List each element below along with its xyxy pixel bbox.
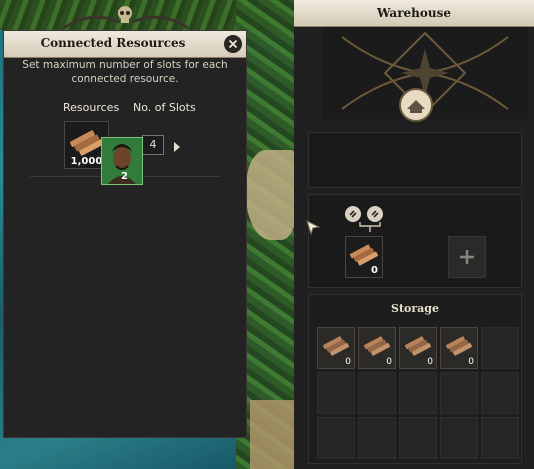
storage-slot-empty[interactable] bbox=[481, 372, 519, 414]
plus-icon bbox=[460, 250, 474, 264]
slot-count: 0 bbox=[371, 265, 378, 276]
slots-column-header: No. of Slots bbox=[133, 101, 196, 114]
link-icon bbox=[349, 210, 357, 218]
beach-sand bbox=[250, 400, 296, 469]
storage-grid: 0 0 0 0 bbox=[317, 327, 519, 459]
storage-slot-count: 0 bbox=[468, 357, 474, 367]
title-bar: Warehouse bbox=[294, 0, 534, 27]
warehouse-panel: Warehouse Storage 0 0 0 0 bbox=[294, 0, 534, 469]
storage-slot-count: 0 bbox=[386, 357, 392, 367]
increase-slots-button[interactable] bbox=[172, 138, 182, 152]
storage-title: Storage bbox=[391, 302, 439, 315]
add-connection-button[interactable] bbox=[448, 236, 486, 278]
storage-slot-empty[interactable] bbox=[358, 372, 396, 414]
storage-slot-filled[interactable]: 0 bbox=[399, 327, 437, 369]
storage-slot-filled[interactable]: 0 bbox=[358, 327, 396, 369]
storage-slot-empty[interactable] bbox=[399, 417, 437, 459]
mouse-cursor-icon bbox=[306, 220, 320, 236]
storage-slot-count: 0 bbox=[345, 357, 351, 367]
wooden-planks-icon bbox=[405, 336, 431, 357]
close-button[interactable] bbox=[224, 35, 242, 53]
storage-slot-empty[interactable] bbox=[440, 417, 478, 459]
storage-slot-empty[interactable] bbox=[481, 417, 519, 459]
storage-slot-empty[interactable] bbox=[440, 372, 478, 414]
storage-slot-count: 0 bbox=[427, 357, 433, 367]
beach-sand bbox=[246, 150, 296, 240]
worker-portrait[interactable]: 2 bbox=[101, 137, 143, 185]
wooden-planks-icon bbox=[323, 336, 349, 357]
link-icon bbox=[371, 210, 379, 218]
close-icon bbox=[228, 39, 238, 49]
storage-slot-empty[interactable] bbox=[317, 417, 355, 459]
connected-resources-panel: Connected Resources Set maximum number o… bbox=[3, 30, 247, 438]
storage-slot-filled[interactable]: 0 bbox=[440, 327, 478, 369]
panel-title: Connected Resources bbox=[40, 36, 186, 50]
panel-description: Set maximum number of slots for each con… bbox=[22, 59, 228, 85]
worker-count: 2 bbox=[121, 171, 128, 182]
warehouse-building-icon bbox=[399, 88, 433, 122]
connection-section bbox=[308, 194, 522, 288]
wooden-planks-icon bbox=[446, 336, 472, 357]
slots-value-field[interactable]: 4 bbox=[142, 135, 164, 155]
title-bar: Connected Resources bbox=[4, 31, 246, 58]
arrow-right-icon bbox=[174, 142, 180, 152]
worker-section bbox=[308, 132, 522, 188]
resources-column-header: Resources bbox=[63, 101, 120, 114]
storage-slot-empty[interactable] bbox=[399, 372, 437, 414]
storage-section: Storage 0 0 0 0 bbox=[308, 294, 522, 464]
connector-bracket bbox=[359, 222, 381, 232]
storage-slot-empty[interactable] bbox=[358, 417, 396, 459]
chain-link-icon[interactable] bbox=[367, 206, 383, 222]
storage-slot-filled[interactable]: 0 bbox=[317, 327, 355, 369]
storage-slot-empty[interactable] bbox=[481, 327, 519, 369]
panel-title: Warehouse bbox=[376, 6, 451, 20]
skull-icon bbox=[118, 6, 132, 23]
storage-slot-empty[interactable] bbox=[317, 372, 355, 414]
chain-link-icon[interactable] bbox=[345, 206, 361, 222]
connected-resource-slot[interactable]: 0 bbox=[345, 236, 383, 278]
wooden-planks-icon bbox=[364, 336, 390, 357]
wooden-planks-icon bbox=[69, 130, 104, 156]
